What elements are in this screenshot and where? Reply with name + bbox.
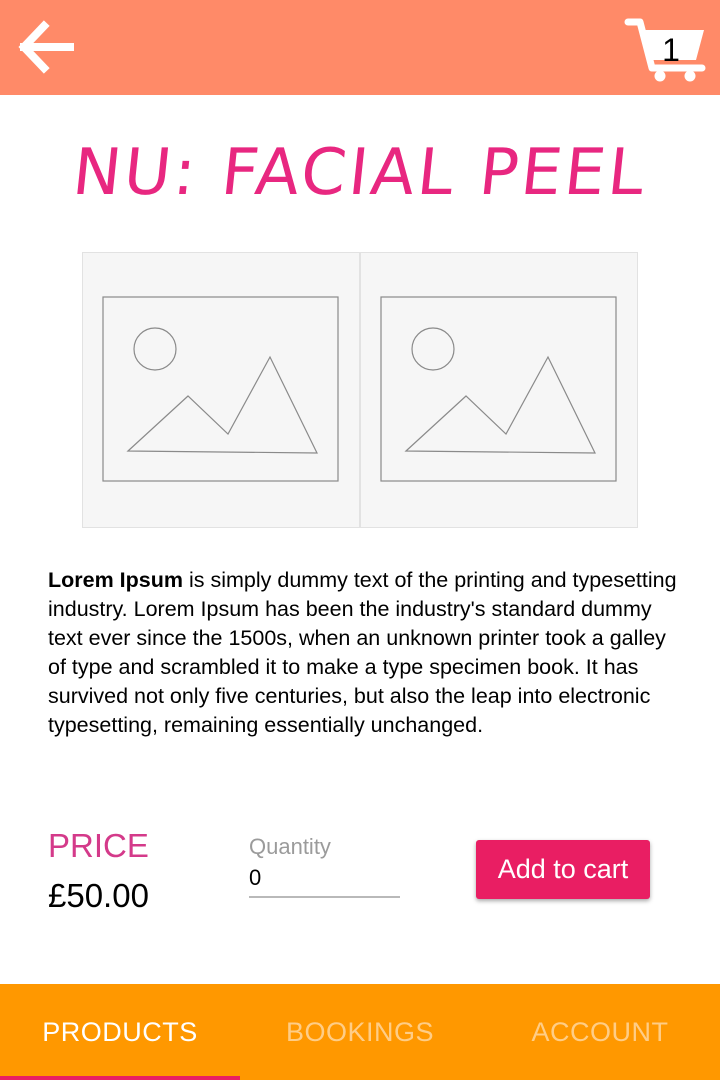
product-image[interactable] bbox=[360, 252, 638, 528]
add-to-cart-button[interactable]: Add to cart bbox=[476, 840, 650, 899]
quantity-label: Quantity bbox=[249, 834, 331, 859]
bottom-navigation: PRODUCTS BOOKINGS ACCOUNT bbox=[0, 984, 720, 1080]
description-body: is simply dummy text of the printing and… bbox=[48, 568, 677, 737]
arrow-left-icon bbox=[18, 20, 74, 74]
tab-bookings[interactable]: BOOKINGS bbox=[240, 984, 480, 1080]
tab-account[interactable]: ACCOUNT bbox=[480, 984, 720, 1080]
image-placeholder-icon bbox=[102, 296, 339, 482]
cart-count-badge: 1 bbox=[662, 32, 680, 68]
back-button[interactable] bbox=[14, 17, 76, 77]
quantity-input[interactable] bbox=[249, 860, 400, 898]
product-image[interactable] bbox=[82, 252, 360, 528]
image-placeholder-icon bbox=[380, 296, 617, 482]
description-lead: Lorem Ipsum bbox=[48, 568, 183, 592]
product-description: Lorem Ipsum is simply dummy text of the … bbox=[48, 566, 688, 740]
price-label: PRICE bbox=[48, 827, 149, 864]
price-value: £50.00 bbox=[48, 877, 149, 914]
top-app-bar: 1 bbox=[0, 0, 720, 95]
page-title: Nu: Facial Peel bbox=[69, 136, 651, 210]
tab-products[interactable]: PRODUCTS bbox=[0, 984, 240, 1080]
product-gallery bbox=[82, 252, 638, 528]
active-tab-indicator bbox=[0, 1076, 240, 1080]
